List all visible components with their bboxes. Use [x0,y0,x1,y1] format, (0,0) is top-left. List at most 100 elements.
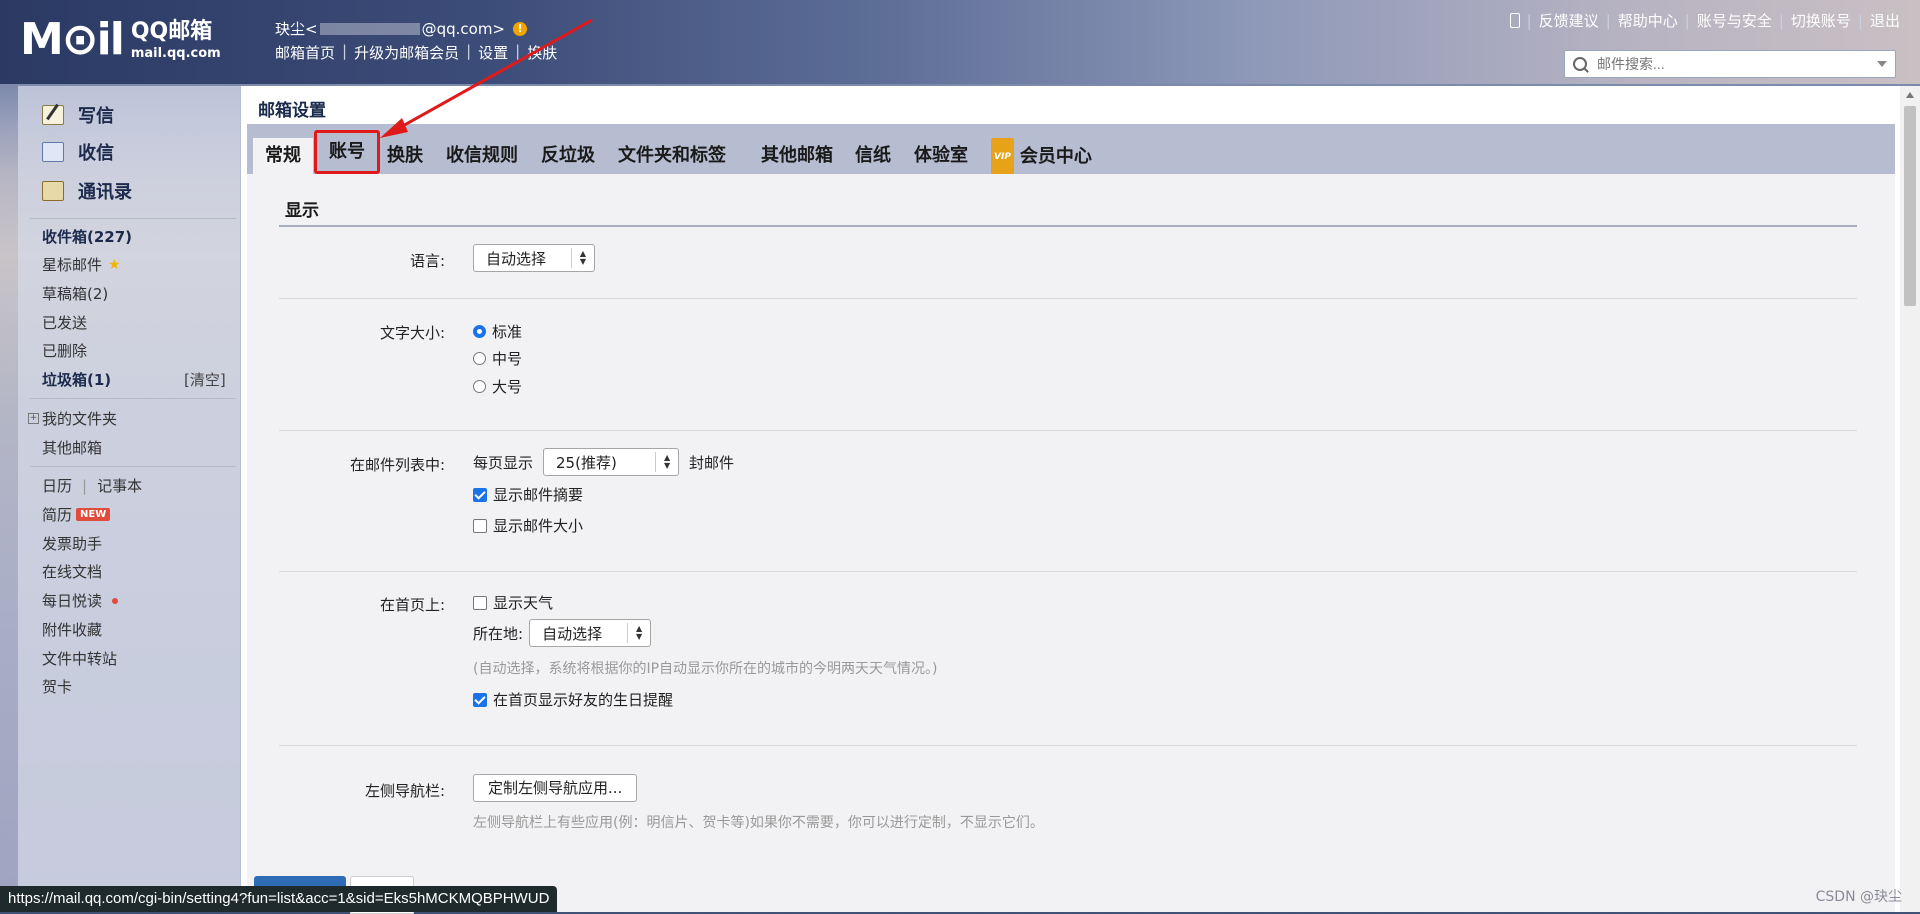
tab-anti-spam[interactable]: 反垃圾 [529,138,607,174]
tab-stationery[interactable]: 信纸 [843,138,903,174]
option-label: 显示邮件大小 [493,517,584,535]
sidebar-item-online-docs[interactable]: 在线文档 [42,561,102,582]
per-page-select[interactable]: 25(推荐) ▲ ▼ [543,448,680,476]
phone-icon[interactable] [1509,13,1520,28]
warning-icon[interactable]: ! [513,21,527,36]
radio[interactable] [473,352,486,365]
link-help[interactable]: 帮助中心 [1618,10,1678,31]
customize-nav-button[interactable]: 定制左侧导航应用... [473,774,638,802]
link-logout[interactable]: 退出 [1870,10,1900,31]
font-medium-option[interactable]: 中号 [473,348,522,369]
junk-clear-link[interactable]: [清空] [184,369,226,390]
sidebar-item-invoice[interactable]: 发票助手 [42,533,102,554]
settings-content: 显示 语言: 自动选择 ▲ ▼ 文字大小: 标准 中号 大号 在邮件列表中: 每页… [247,174,1895,912]
tab-general[interactable]: 常规 [253,138,313,174]
tab-folders-labels[interactable]: 文件夹和标签 [606,138,738,174]
inbox-icon [42,142,64,162]
user-name: 玦尘< [275,20,318,38]
sidebar-item-my-folders[interactable]: + 我的文件夹 [28,408,117,429]
link-settings[interactable]: 设置 [478,42,508,63]
birthday-option[interactable]: 在首页显示好友的生日提醒 [473,689,673,710]
search-input[interactable] [1595,55,1869,73]
link-switch-account[interactable]: 切换账号 [1791,10,1851,31]
scrollbar[interactable] [1900,86,1920,912]
sidebar-item-calendar[interactable]: 日历 [42,475,72,496]
radio[interactable] [473,380,486,393]
link-account-security[interactable]: 账号与安全 [1697,10,1772,31]
checkbox[interactable] [473,518,487,533]
mail-search-box[interactable] [1564,50,1896,78]
font-standard-option[interactable]: 标准 [473,321,522,342]
sidebar-item-other-mailboxes[interactable]: 其他邮箱 [42,437,102,458]
divider [279,430,1857,431]
tab-member-center[interactable]: VIP 会员中心 [979,138,1104,176]
language-select[interactable]: 自动选择 ▲ ▼ [473,244,595,272]
sidebar-item-attachments[interactable]: 附件收藏 [42,619,102,640]
link-change-skin[interactable]: 换肤 [527,42,557,63]
vip-icon: VIP [991,138,1014,176]
qq-mail-logo[interactable]: M⊙il QQ邮箱 mail.qq.com [20,18,221,62]
tab-other-mailboxes[interactable]: 其他邮箱 [749,138,845,174]
sidebar-item-greeting-card[interactable]: 贺卡 [42,676,72,697]
scroll-up-icon[interactable] [1906,92,1914,98]
option-label: 中号 [492,350,523,368]
option-label: 显示天气 [493,594,554,612]
link-separator: | [82,476,88,495]
show-weather-option[interactable]: 显示天气 [473,592,553,613]
mail-list-label: 在邮件列表中: [349,456,445,474]
sidebar-item-sent[interactable]: 已发送 [42,312,87,333]
sidebar-item-file-transfer[interactable]: 文件中转站 [42,648,117,669]
unread-dot [112,597,119,604]
checkbox-checked[interactable] [473,487,487,502]
tab-account[interactable]: 账号 [314,130,380,174]
link-mail-home[interactable]: 邮箱首页 [275,42,335,63]
link-feedback[interactable]: 反馈建议 [1539,10,1599,31]
show-size-option[interactable]: 显示邮件大小 [473,515,583,536]
checkbox-checked[interactable] [473,692,487,707]
divider [279,745,1857,746]
show-summary-option[interactable]: 显示邮件摘要 [473,484,583,505]
sidebar-item-daily-read[interactable]: 每日悦读 [42,590,119,611]
sidebar-item-starred[interactable]: 星标邮件 ★ [42,254,121,275]
status-bar-url: https://mail.qq.com/cgi-bin/setting4?fun… [0,886,558,912]
sidebar-item-deleted[interactable]: 已删除 [42,340,87,361]
sidebar-item-junk[interactable]: 垃圾箱(1) [42,369,111,390]
location-select[interactable]: 自动选择 ▲ ▼ [529,619,652,647]
per-page-suffix: 封邮件 [689,453,735,472]
sidebar-item-notebook[interactable]: 记事本 [97,475,142,496]
select-arrows-icon: ▲ ▼ [655,452,678,472]
tab-label: 会员中心 [1019,146,1092,167]
nav-row: 定制左侧导航应用... [473,774,638,802]
settings-tabbar: 常规 账号 换肤 收信规则 反垃圾 文件夹和标签 其他邮箱 信纸 体验室 VIP… [247,124,1895,176]
link-separator: | [515,42,521,60]
sidebar-divider [30,466,236,467]
tab-skin[interactable]: 换肤 [375,138,435,174]
checkbox[interactable] [473,595,487,610]
link-separator: | [1605,11,1611,30]
language-row: 自动选择 ▲ ▼ [473,244,595,272]
left-sidebar: 写信 收信 通讯录 收件箱(227) 星标邮件 ★ 草稿箱(2) 已发送 已删除… [18,86,241,912]
contacts-button[interactable]: 通讯录 [42,178,132,204]
radio-selected[interactable] [473,325,486,338]
section-title-display: 显示 [285,201,319,221]
sidebar-item-inbox[interactable]: 收件箱(227) [42,226,132,247]
link-separator: | [466,42,472,60]
expand-icon[interactable]: + [28,413,39,424]
per-page-prefix: 每页显示 [473,453,534,472]
location-row: 所在地: 自动选择 ▲ ▼ [473,619,652,647]
scrollbar-thumb[interactable] [1904,106,1916,306]
font-large-option[interactable]: 大号 [473,376,522,397]
link-upgrade-vip[interactable]: 升级为邮箱会员 [354,42,459,63]
language-label: 语言: [409,252,445,270]
search-icon [1573,57,1587,71]
sidebar-divider [30,398,236,399]
chevron-down-icon[interactable] [1877,61,1887,67]
sidebar-item-drafts[interactable]: 草稿箱(2) [42,283,108,304]
sidebar-item-resume[interactable]: 简历 NEW [42,504,111,525]
check-mail-button[interactable]: 收信 [42,139,114,165]
tab-lab[interactable]: 体验室 [902,138,980,174]
tab-mail-rules[interactable]: 收信规则 [434,138,530,174]
compose-button[interactable]: 写信 [42,102,114,128]
sidebar-item-label: 我的文件夹 [42,410,118,428]
nav-label: 左侧导航栏: [364,782,445,800]
